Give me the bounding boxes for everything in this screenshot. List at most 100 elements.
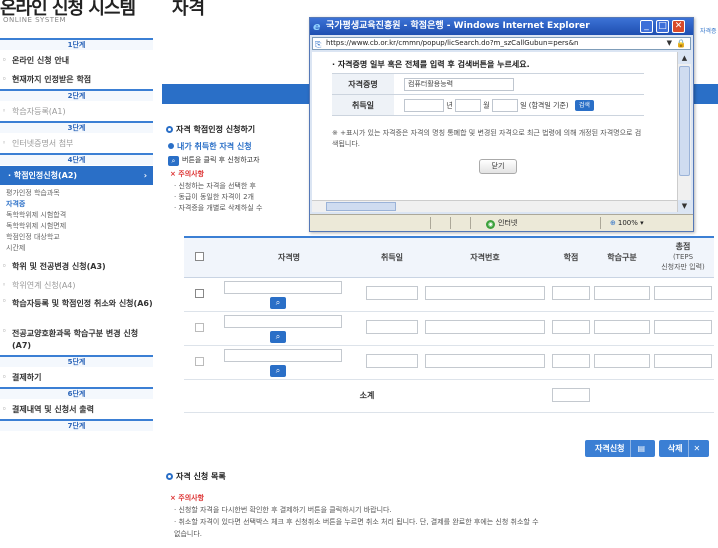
search-button[interactable]: ⌕ bbox=[270, 364, 286, 377]
popup-note: ※ +표시가 있는 자격증은 자격의 명칭 통폐합 및 변경된 자격으로 최근 … bbox=[332, 129, 642, 148]
cert-name-input[interactable]: 컴퓨터활용능력 bbox=[404, 77, 514, 91]
acquired-date-input[interactable] bbox=[366, 354, 418, 368]
sidebar-item-label: 인터넷증명서 첨부 bbox=[12, 139, 74, 148]
apply-certificate-button[interactable]: 자격신청 ▤ bbox=[585, 440, 655, 457]
bullet-icon: ◦ bbox=[2, 297, 7, 305]
sub-item-certificate[interactable]: 자격증 bbox=[6, 199, 153, 210]
address-bar[interactable]: ⎘ https://www.cb.or.kr/cmmn/popup/licSea… bbox=[312, 37, 691, 50]
popup-search-button[interactable]: 검색 bbox=[574, 99, 594, 111]
sidebar-item-label: 학습자등록 및 학점인정 취소와 신청(A6) bbox=[12, 299, 153, 308]
certificate-number-input[interactable] bbox=[425, 354, 545, 368]
close-icon[interactable]: ✕ bbox=[672, 20, 685, 33]
study-type-input[interactable] bbox=[594, 354, 650, 368]
step-label-5: 5단계 bbox=[0, 355, 153, 367]
sidebar-item-learner-cancel[interactable]: ◦ 학습자등록 및 학점인정 취소와 신청(A6) bbox=[0, 295, 153, 325]
caution-line: · 동급이 동일한 자격이 2개 bbox=[174, 193, 254, 201]
sidebar-item-credit-app[interactable]: · 학점인정신청(A2) › bbox=[0, 166, 153, 185]
subtotal-row: 소계 bbox=[184, 379, 714, 413]
select-all-checkbox[interactable] bbox=[194, 251, 204, 261]
popup-search-form: 자격증명 컴퓨터활용능력 취득일 년 월 일 (합격일 기준) 검색 bbox=[332, 73, 644, 116]
caution-line: · 신청할 자격을 다시한번 확인한 후 결제하기 버튼을 클릭하시기 바랍니다… bbox=[174, 506, 392, 514]
table-header-row: 자격명 취득일 자격번호 학점 학습구분 총점 (TEPS 신청자만 입력) bbox=[184, 236, 714, 278]
certificate-name-input[interactable] bbox=[224, 314, 342, 328]
month-input[interactable] bbox=[454, 98, 481, 112]
score-input[interactable] bbox=[654, 354, 712, 368]
popup-horizontal-scrollbar[interactable] bbox=[312, 200, 677, 212]
sidebar-item-current-credits[interactable]: ◦ 현재까지 인정받은 학점 bbox=[0, 70, 153, 89]
zoom-icon: ⊕ bbox=[610, 219, 616, 227]
caution-title-2: × 주의사항 bbox=[170, 494, 205, 502]
sidebar-item-label: 현재까지 인정받은 학점 bbox=[12, 75, 92, 84]
day-label: 일 (합격일 기준) bbox=[520, 101, 569, 109]
certificate-name-input[interactable] bbox=[224, 348, 342, 362]
popup-window: e 국가평생교육진흥원 - 학점은행 - Windows Internet Ex… bbox=[309, 17, 694, 232]
step-label-2: 2단계 bbox=[0, 89, 153, 101]
year-label: 년 bbox=[446, 101, 453, 109]
popup-vertical-scrollbar[interactable]: ▲ ▼ bbox=[677, 52, 691, 212]
certificate-number-input[interactable] bbox=[425, 286, 545, 300]
chevron-down-icon[interactable]: ▼ bbox=[667, 38, 672, 49]
delete-button[interactable]: 삭제 ✕ bbox=[659, 440, 709, 457]
popup-close-button[interactable]: 닫기 bbox=[479, 159, 517, 174]
row-checkbox[interactable] bbox=[194, 356, 204, 366]
scroll-up-icon[interactable]: ▲ bbox=[678, 52, 691, 64]
search-button[interactable]: ⌕ bbox=[270, 296, 286, 309]
chevron-right-icon: › bbox=[143, 171, 147, 180]
scroll-down-icon[interactable]: ▼ bbox=[678, 200, 691, 212]
sidebar-item-degree-link[interactable]: ◦ 학위연계 신청(A4) bbox=[0, 276, 153, 295]
popup-instruction: · 자격증명 일부 혹은 전체를 입력 후 검색버튼을 누르세요. bbox=[332, 60, 530, 69]
sidebar-item-payment[interactable]: ◦ 결제하기 bbox=[0, 368, 153, 387]
column-header-credit: 학점 bbox=[550, 236, 592, 278]
security-zone[interactable]: ◉ 인터넷 bbox=[486, 215, 517, 231]
popup-titlebar[interactable]: e 국가평생교육진흥원 - 학점은행 - Windows Internet Ex… bbox=[310, 18, 693, 35]
ie-logo-icon: e bbox=[313, 20, 321, 33]
sidebar-item-guide[interactable]: ◦ 온라인 신청 안내 bbox=[0, 51, 153, 70]
sidebar-item-label: 학위연계 신청(A4) bbox=[12, 281, 76, 290]
sub-item-evaluated[interactable]: 평가인정 학습과목 bbox=[6, 188, 153, 199]
sidebar-item-history[interactable]: ◦ 결제내역 및 신청서 출력 bbox=[0, 400, 153, 419]
sidebar-item-internet-cert[interactable]: ◦ 인터넷증명서 첨부 bbox=[0, 134, 153, 153]
acquired-date-input[interactable] bbox=[366, 320, 418, 334]
zoom-level[interactable]: ⊕ 100% ▾ bbox=[610, 215, 644, 231]
step-label-4: 4단계 bbox=[0, 153, 153, 165]
sub-item-exam-pass[interactable]: 독학학위제 시험합격 bbox=[6, 210, 153, 221]
sidebar-item-learner-reg[interactable]: ◦ 학습자등록(A1) bbox=[0, 102, 153, 121]
score-input[interactable] bbox=[654, 320, 712, 334]
document-icon: ▤ bbox=[630, 440, 645, 457]
sidebar-item-label: 결제하기 bbox=[12, 373, 42, 382]
subtotal-label: 소계 bbox=[184, 379, 550, 413]
credit-input[interactable] bbox=[551, 286, 591, 300]
minimize-icon[interactable]: _ bbox=[640, 20, 653, 33]
sidebar-sub-list: 평가인정 학습과목 자격증 독학학위제 시험합격 독학학위제 시험면제 학점인정… bbox=[0, 185, 153, 257]
sidebar-item-major-change[interactable]: ◦ 학위 및 전공변경 신청(A3) bbox=[0, 257, 153, 276]
guide-text: ⌕ 버튼을 클릭 후 신청하고자 bbox=[168, 155, 260, 166]
certificate-name-input[interactable] bbox=[224, 280, 342, 294]
maximize-icon[interactable]: □ bbox=[656, 20, 669, 33]
sub-item-part-time[interactable]: 시간제 bbox=[6, 243, 153, 254]
page-title: 자격 bbox=[172, 0, 206, 19]
study-type-input[interactable] bbox=[594, 320, 650, 334]
certificate-number-input[interactable] bbox=[425, 320, 545, 334]
day-input[interactable] bbox=[491, 98, 518, 112]
row-checkbox[interactable] bbox=[194, 288, 204, 298]
scrollbar-thumb[interactable] bbox=[679, 66, 690, 176]
search-button[interactable]: ⌕ bbox=[270, 330, 286, 343]
row-checkbox[interactable] bbox=[194, 322, 204, 332]
scrollbar-thumb[interactable] bbox=[326, 202, 396, 211]
table-row: ⌕ bbox=[184, 345, 714, 380]
study-type-input[interactable] bbox=[594, 286, 650, 300]
credit-input[interactable] bbox=[551, 354, 591, 368]
sidebar-item-label: 전공교양호환과목 학습구분 변경 신청(A7) bbox=[12, 329, 139, 350]
year-input[interactable] bbox=[404, 98, 444, 112]
sidebar-item-liberal-change[interactable]: ◦ 전공교양호환과목 학습구분 변경 신청(A7) bbox=[0, 325, 153, 355]
score-input[interactable] bbox=[654, 286, 712, 300]
credit-input[interactable] bbox=[551, 320, 591, 334]
sub-item-school[interactable]: 학점인정 대상학교 bbox=[6, 232, 153, 243]
caution-line: 없습니다. bbox=[174, 530, 202, 538]
table-row: ⌕ bbox=[184, 311, 714, 346]
acquired-date-input[interactable] bbox=[366, 286, 418, 300]
globe-icon: ◉ bbox=[486, 220, 495, 229]
sub-item-exam-exempt[interactable]: 독학학위제 시험면제 bbox=[6, 221, 153, 232]
bullet-icon: ◦ bbox=[2, 139, 7, 147]
certificate-form-table: 자격명 취득일 자격번호 학점 학습구분 총점 (TEPS 신청자만 입력) ⌕ ⌕ bbox=[184, 236, 714, 413]
